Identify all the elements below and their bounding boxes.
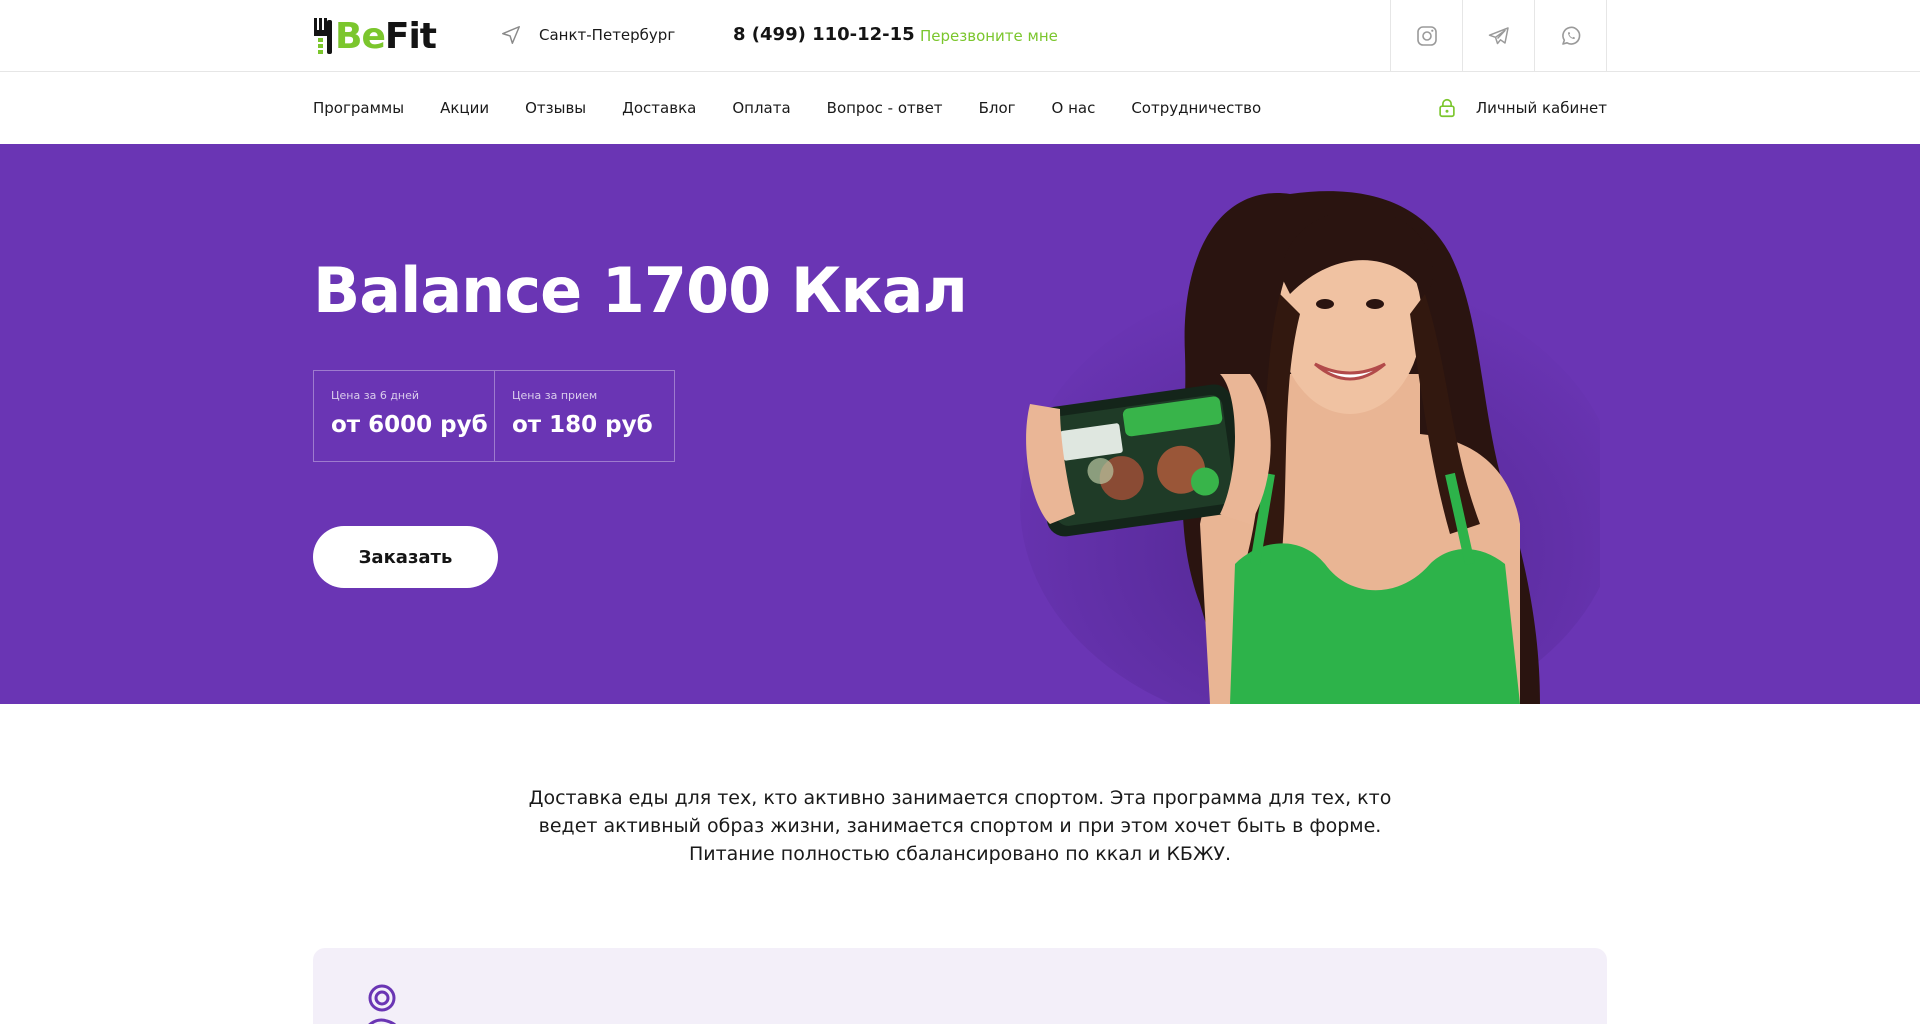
order-button[interactable]: Заказать <box>313 526 498 588</box>
nav-item-cooperation[interactable]: Сотрудничество <box>1131 99 1261 117</box>
personal-account-label: Личный кабинет <box>1475 99 1607 117</box>
personal-account-link[interactable]: Личный кабинет <box>1436 72 1607 144</box>
description-line: ведет активный образ жизни, занимается с… <box>538 815 1382 837</box>
price-caption: Цена за прием <box>512 389 598 402</box>
city-selector[interactable]: Санкт-Петербург <box>500 24 675 46</box>
logo-text-fit: Fit <box>384 16 437 57</box>
whatsapp-icon <box>1561 26 1580 45</box>
location-arrow-icon <box>502 26 520 44</box>
telegram-icon <box>1488 27 1509 45</box>
top-bar: BeFit Санкт-Петербург 8 (499) 110-12-15 … <box>0 0 1920 72</box>
callback-link[interactable]: Перезвоните мне <box>920 27 1058 45</box>
fitness-icon <box>368 984 397 1024</box>
description-line: Питание полностью сбалансировано по ккал… <box>688 843 1232 865</box>
city-label: Санкт-Петербург <box>539 26 676 44</box>
lock-icon <box>1439 98 1455 118</box>
price-box: Цена за 6 дней от 6000 руб Цена за прием… <box>313 370 675 462</box>
price-per-6-days: Цена за 6 дней от 6000 руб <box>314 371 494 461</box>
whatsapp-button[interactable] <box>1535 0 1607 72</box>
nav-item-about[interactable]: О нас <box>1052 99 1096 117</box>
price-caption: Цена за 6 дней <box>331 389 420 402</box>
program-description: Доставка еды для тех, кто активно занима… <box>460 784 1460 868</box>
feature-card <box>313 948 1607 1024</box>
nav-item-payment[interactable]: Оплата <box>732 99 790 117</box>
logo-text: BeFit <box>335 16 437 58</box>
nav-item-promotions[interactable]: Акции <box>440 99 489 117</box>
hero-woman-with-meal-photo <box>1020 191 1600 704</box>
instagram-icon <box>1416 26 1437 46</box>
nav-item-reviews[interactable]: Отзывы <box>525 99 586 117</box>
nav-list: Программы Акции Отзывы Доставка Оплата В… <box>313 72 1297 144</box>
social-links <box>1390 0 1607 72</box>
main-nav: Программы Акции Отзывы Доставка Оплата В… <box>0 72 1920 144</box>
nav-item-programs[interactable]: Программы <box>313 99 404 117</box>
fork-logo-icon <box>314 18 332 54</box>
hero-banner: Balance 1700 Ккал Цена за 6 дней от 6000… <box>0 144 1920 704</box>
price-value: от 6000 руб <box>331 412 488 438</box>
price-value: от 180 руб <box>512 412 653 438</box>
nav-item-blog[interactable]: Блог <box>979 99 1016 117</box>
logo[interactable]: BeFit <box>313 16 437 58</box>
logo-text-be: Be <box>335 16 386 57</box>
description-line: Доставка еды для тех, кто активно занима… <box>528 787 1392 809</box>
instagram-button[interactable] <box>1391 0 1463 72</box>
nav-item-delivery[interactable]: Доставка <box>622 99 696 117</box>
price-per-meal: Цена за прием от 180 руб <box>494 371 674 461</box>
program-title: Balance 1700 Ккал <box>313 254 968 327</box>
phone-number-link[interactable]: 8 (499) 110-12-15 <box>733 24 915 45</box>
telegram-button[interactable] <box>1463 0 1535 72</box>
nav-item-faq[interactable]: Вопрос - ответ <box>827 99 943 117</box>
